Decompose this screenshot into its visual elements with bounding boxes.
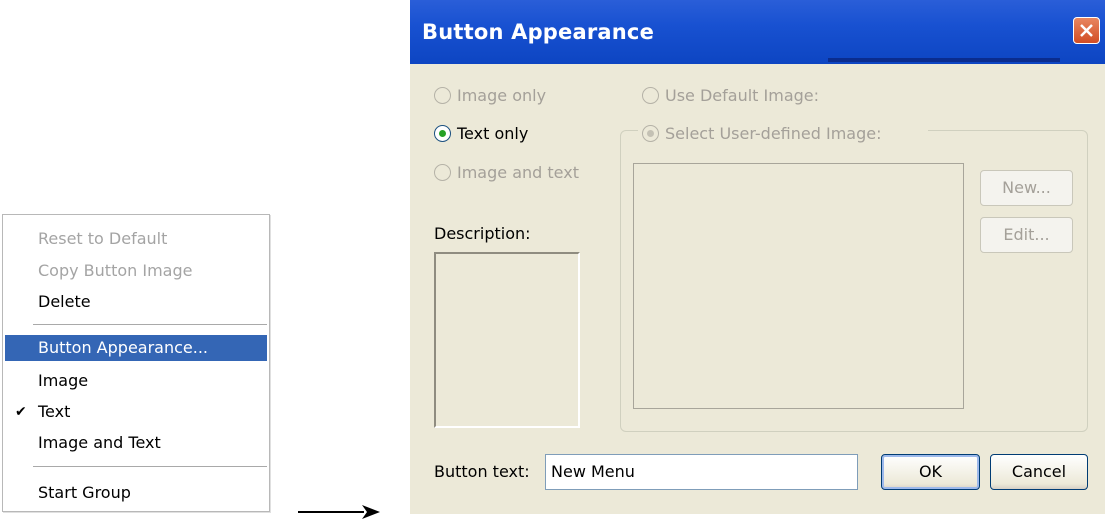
new-button[interactable]: New... <box>980 170 1073 206</box>
image-preview-box <box>633 163 964 409</box>
radio-image-only-label: Image only <box>457 86 547 105</box>
ok-button[interactable]: OK <box>881 454 980 490</box>
menu-separator <box>33 466 267 467</box>
radio-select-user-image-label: Select User-defined Image: <box>665 124 882 143</box>
edit-button[interactable]: Edit... <box>980 217 1073 253</box>
menu-item-image[interactable]: Image <box>5 368 267 394</box>
button-text-input[interactable]: New Menu <box>545 454 858 490</box>
menu-item-image-and-text[interactable]: Image and Text <box>5 430 267 456</box>
close-icon <box>1080 24 1093 37</box>
checkmark-icon: ✔ <box>15 404 27 420</box>
menu-item-delete[interactable]: Delete <box>5 289 267 315</box>
close-button[interactable] <box>1073 17 1100 44</box>
description-label: Description: <box>434 224 531 243</box>
menu-item-copy-button-image[interactable]: Copy Button Image <box>5 258 267 284</box>
radio-text-only[interactable] <box>434 125 451 142</box>
radio-image-only[interactable] <box>434 87 451 104</box>
arrow-right-icon <box>298 505 380 519</box>
menu-item-text[interactable]: ✔ Text <box>5 399 267 425</box>
button-text-label: Button text: <box>434 462 530 481</box>
radio-use-default-image-label: Use Default Image: <box>665 86 820 105</box>
title-bar-accent <box>828 58 1060 62</box>
dialog-title: Button Appearance <box>422 20 655 44</box>
title-bar[interactable]: Button Appearance <box>410 0 1105 64</box>
context-menu: Reset to Default Copy Button Image Delet… <box>2 214 270 512</box>
menu-item-start-group[interactable]: Start Group <box>5 480 267 506</box>
menu-item-reset-to-default[interactable]: Reset to Default <box>5 226 267 252</box>
radio-select-user-image[interactable] <box>642 125 659 142</box>
menu-separator <box>33 324 267 325</box>
radio-use-default-image[interactable] <box>642 87 659 104</box>
cancel-button[interactable]: Cancel <box>990 454 1088 490</box>
radio-text-only-label: Text only <box>457 124 529 143</box>
radio-image-and-text-label: Image and text <box>457 163 579 182</box>
menu-item-button-appearance[interactable]: Button Appearance... <box>5 335 267 361</box>
description-box <box>434 252 580 428</box>
radio-image-and-text[interactable] <box>434 164 451 181</box>
button-appearance-dialog: Button Appearance Image only Text only I… <box>410 0 1105 514</box>
